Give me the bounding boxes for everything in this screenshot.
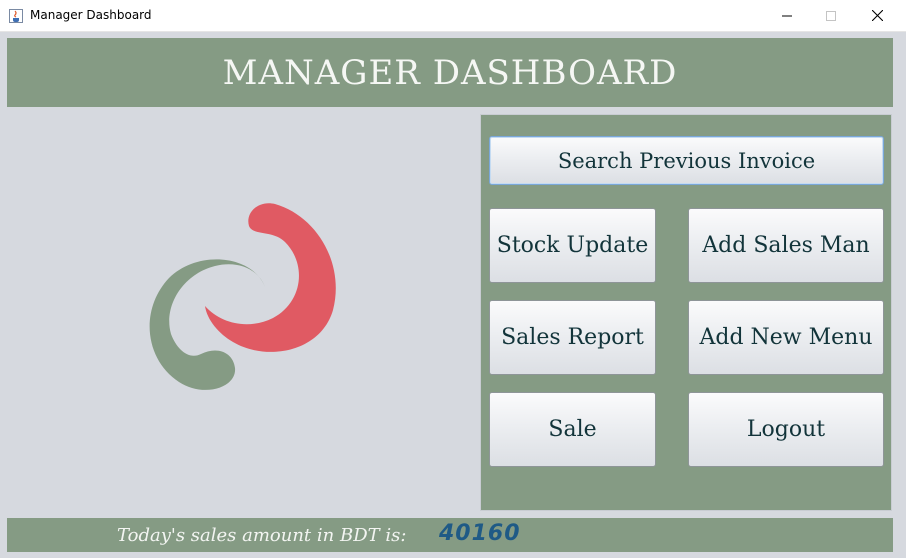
dashboard-client-area: MANAGER DASHBOARD Search Previous Invoic… bbox=[0, 32, 906, 558]
stock-update-button[interactable]: Stock Update bbox=[489, 208, 656, 283]
window-titlebar[interactable]: Manager Dashboard bbox=[0, 0, 906, 32]
sale-button[interactable]: Sale bbox=[489, 392, 656, 467]
dashboard-header: MANAGER DASHBOARD bbox=[7, 38, 893, 107]
logo-area bbox=[7, 112, 477, 512]
maximize-icon[interactable] bbox=[808, 0, 854, 31]
close-icon[interactable] bbox=[854, 0, 900, 31]
sales-report-button[interactable]: Sales Report bbox=[489, 300, 656, 375]
search-invoice-button[interactable]: Search Previous Invoice bbox=[489, 136, 884, 185]
add-sales-man-button[interactable]: Add Sales Man bbox=[688, 208, 884, 283]
swirl-logo-icon bbox=[149, 203, 336, 390]
minimize-icon[interactable] bbox=[764, 0, 810, 31]
page-title: MANAGER DASHBOARD bbox=[222, 52, 678, 93]
action-button-panel: Search Previous Invoice Stock Update Add… bbox=[480, 114, 892, 511]
java-cup-icon bbox=[9, 8, 23, 23]
window-title: Manager Dashboard bbox=[30, 8, 152, 22]
add-new-menu-button[interactable]: Add New Menu bbox=[688, 300, 884, 375]
logout-button[interactable]: Logout bbox=[688, 392, 884, 467]
sales-amount-value: 40160 bbox=[439, 521, 521, 546]
sales-footer: Today's sales amount in BDT is: 40160 bbox=[7, 518, 893, 552]
sales-amount-label: Today's sales amount in BDT is: bbox=[117, 525, 407, 546]
